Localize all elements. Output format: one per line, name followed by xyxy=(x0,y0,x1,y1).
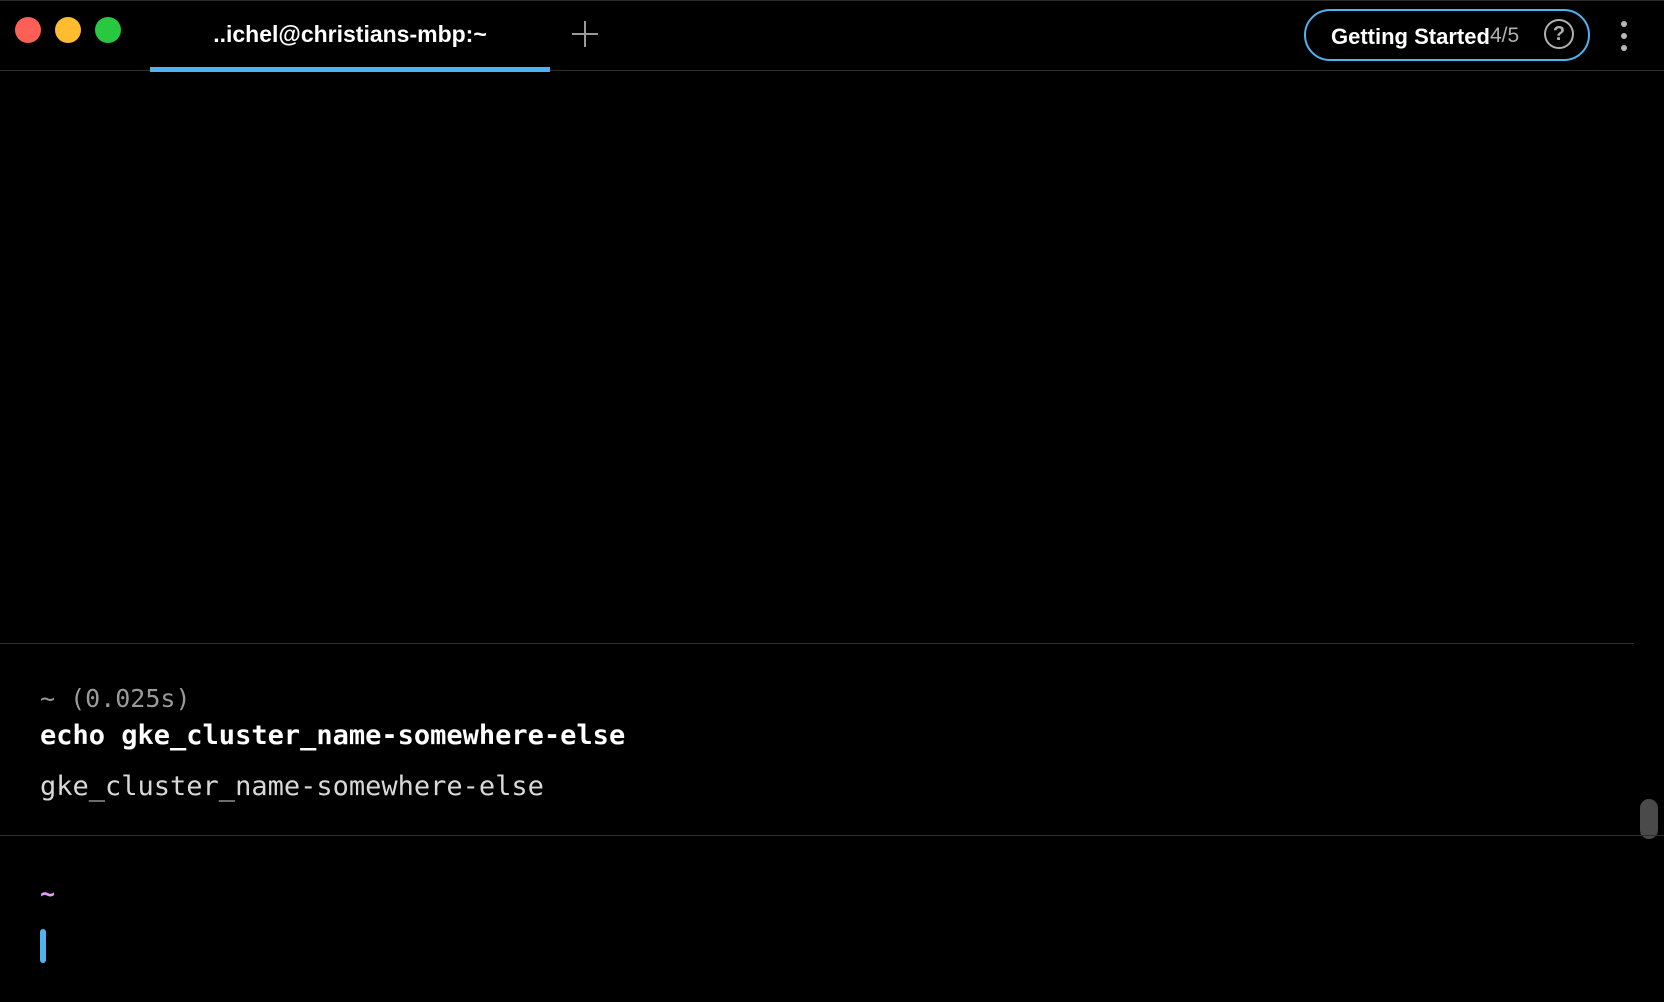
terminal-window: ..ichel@christians-mbp:~ Getting Started… xyxy=(0,0,1664,1002)
title-bar: ..ichel@christians-mbp:~ Getting Started… xyxy=(0,1,1664,72)
block-command: echo gke_cluster_name-somewhere-else xyxy=(40,720,626,751)
getting-started-label: Getting Started xyxy=(1331,24,1490,49)
plus-icon[interactable] xyxy=(570,19,600,49)
getting-started-button[interactable]: Getting Started 4/5 ? xyxy=(1304,9,1590,61)
scrollbar-thumb[interactable] xyxy=(1640,799,1658,839)
block-top-divider xyxy=(0,643,1634,644)
help-icon[interactable]: ? xyxy=(1544,19,1574,49)
tab-active-session[interactable]: ..ichel@christians-mbp:~ xyxy=(150,1,550,72)
minimize-window-button[interactable] xyxy=(55,17,81,43)
input-divider xyxy=(0,835,1664,836)
active-tab-indicator xyxy=(150,67,550,72)
maximize-window-button[interactable] xyxy=(95,17,121,43)
menu-dot xyxy=(1621,45,1627,51)
getting-started-progress: 4/5 xyxy=(1490,24,1520,47)
text-cursor xyxy=(40,929,46,963)
tab-label: ..ichel@christians-mbp:~ xyxy=(213,21,487,47)
kebab-menu-icon[interactable] xyxy=(1618,19,1630,53)
block-output: gke_cluster_name-somewhere-else xyxy=(40,771,544,802)
close-window-button[interactable] xyxy=(15,17,41,43)
menu-dot xyxy=(1621,21,1627,27)
prompt-directory: ~ xyxy=(40,879,56,908)
menu-dot xyxy=(1621,33,1627,39)
block-metadata: ~ (0.025s) xyxy=(40,684,191,713)
